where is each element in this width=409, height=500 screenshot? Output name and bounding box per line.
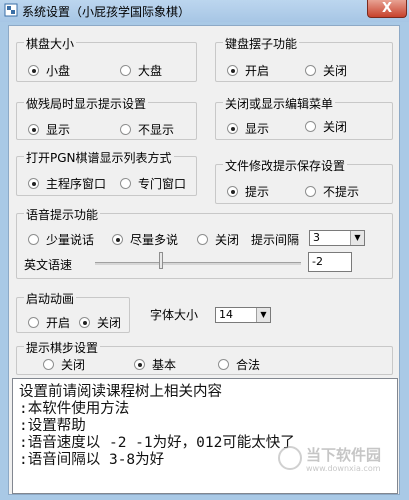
- startup-anim-group: 启动动画 开启 关闭: [16, 290, 130, 333]
- settings-panel: 棋盘大小 小盘 大盘 键盘摆子功能 开启 关闭 做残局时显示提示设置 显示 不显…: [8, 25, 400, 495]
- board-size-large-radio[interactable]: 大盘: [120, 62, 162, 79]
- move-hint-basic-radio[interactable]: 基本: [134, 356, 176, 373]
- radio-indicator: [120, 178, 131, 189]
- board-size-group: 棋盘大小 小盘 大盘: [16, 35, 197, 82]
- radio-indicator: [134, 359, 145, 370]
- pgn-mode-group: 打开PGN棋谱显示列表方式 主程序窗口 专门窗口: [16, 149, 197, 196]
- radio-indicator: [28, 234, 39, 245]
- close-button[interactable]: X: [367, 0, 407, 18]
- save-prompt-group: 文件修改提示保存设置 提示 不提示: [215, 157, 393, 204]
- keyboard-group: 键盘摆子功能 开启 关闭: [215, 35, 393, 82]
- startup-anim-title: 启动动画: [24, 290, 77, 307]
- window-title: 系统设置（小屁孩学国际象棋）: [22, 5, 191, 19]
- radio-indicator: [197, 234, 208, 245]
- keyboard-title: 键盘摆子功能: [223, 35, 300, 52]
- radio-indicator: [79, 317, 90, 328]
- watermark: 当下软件园 www.downxia.com: [278, 440, 398, 482]
- radio-indicator: [28, 317, 39, 328]
- interval-select[interactable]: 3 ▼: [309, 230, 365, 246]
- edit-menu-title: 关闭或显示编辑菜单: [223, 95, 336, 112]
- save-prompt-on-radio[interactable]: 提示: [227, 183, 269, 200]
- radio-indicator: [120, 124, 131, 135]
- font-size-select[interactable]: 14 ▼: [215, 307, 271, 323]
- radio-indicator: [28, 65, 39, 76]
- watermark-text: 当下软件园: [306, 446, 382, 464]
- save-prompt-off-radio[interactable]: 不提示: [305, 183, 359, 200]
- watermark-url: www.downxia.com: [306, 464, 381, 473]
- radio-indicator: [28, 178, 39, 189]
- edit-menu-group: 关闭或显示编辑菜单 显示 关闭: [215, 95, 393, 140]
- move-hint-title: 提示棋步设置: [24, 339, 101, 356]
- radio-indicator: [112, 234, 123, 245]
- radio-indicator: [227, 123, 238, 134]
- voice-more-radio[interactable]: 尽量多说: [112, 231, 178, 248]
- radio-indicator: [305, 65, 316, 76]
- voice-off-radio[interactable]: 关闭: [197, 231, 239, 248]
- title-bar: 系统设置（小屁孩学国际象棋） X: [0, 0, 409, 22]
- help-line: :设置帮助: [19, 418, 86, 434]
- hint-show-radio[interactable]: 显示: [28, 121, 70, 138]
- keyboard-off-radio[interactable]: 关闭: [305, 62, 347, 79]
- startup-anim-off-radio[interactable]: 关闭: [79, 314, 121, 331]
- interval-label: 提示间隔: [251, 233, 300, 247]
- pgn-dedicated-window-radio[interactable]: 专门窗口: [120, 175, 186, 192]
- chevron-down-icon: ▼: [350, 231, 364, 245]
- help-line: 设置前请阅读课程树上相关内容: [19, 384, 222, 400]
- hint-setting-title: 做残局时显示提示设置: [24, 95, 149, 112]
- radio-indicator: [120, 65, 131, 76]
- radio-indicator: [305, 121, 316, 132]
- move-hint-legal-radio[interactable]: 合法: [218, 356, 260, 373]
- radio-indicator: [227, 65, 238, 76]
- edit-menu-close-radio[interactable]: 关闭: [305, 118, 347, 135]
- pgn-main-window-radio[interactable]: 主程序窗口: [28, 175, 106, 192]
- board-size-small-radio[interactable]: 小盘: [28, 62, 70, 79]
- speed-value-field[interactable]: -2: [308, 252, 352, 272]
- watermark-logo-icon: [278, 446, 302, 470]
- radio-indicator: [227, 186, 238, 197]
- keyboard-on-radio[interactable]: 开启: [227, 62, 269, 79]
- voice-few-radio[interactable]: 少量说话: [28, 231, 94, 248]
- save-prompt-title: 文件修改提示保存设置: [223, 157, 348, 174]
- edit-menu-show-radio[interactable]: 显示: [227, 120, 269, 137]
- app-icon: [4, 3, 18, 17]
- voice-title: 语音提示功能: [24, 206, 101, 223]
- radio-indicator: [305, 186, 316, 197]
- speed-label: 英文语速: [24, 258, 73, 272]
- move-hint-off-radio[interactable]: 关闭: [43, 356, 85, 373]
- chevron-down-icon: ▼: [256, 308, 270, 322]
- voice-group: 语音提示功能 少量说话 尽量多说 关闭 提示间隔 3 ▼ 英文语速 -2: [16, 206, 393, 279]
- radio-indicator: [218, 359, 229, 370]
- font-size-label: 字体大小: [150, 308, 199, 322]
- help-line: :本软件使用方法: [19, 401, 130, 417]
- speed-slider-thumb[interactable]: [159, 252, 163, 269]
- speed-slider[interactable]: [95, 262, 301, 265]
- board-size-title: 棋盘大小: [24, 35, 77, 52]
- pgn-mode-title: 打开PGN棋谱显示列表方式: [24, 149, 174, 166]
- hint-hide-radio[interactable]: 不显示: [120, 121, 174, 138]
- radio-indicator: [28, 124, 39, 135]
- hint-setting-group: 做残局时显示提示设置 显示 不显示: [16, 95, 197, 140]
- radio-indicator: [43, 359, 54, 370]
- move-hint-group: 提示棋步设置 关闭 基本 合法: [16, 339, 393, 375]
- startup-anim-on-radio[interactable]: 开启: [28, 314, 70, 331]
